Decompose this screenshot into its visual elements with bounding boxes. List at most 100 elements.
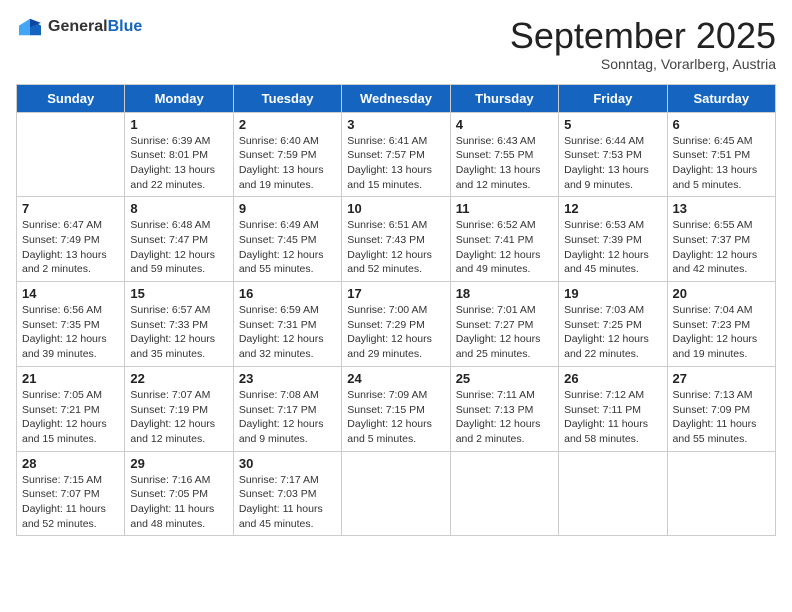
calendar-cell (667, 451, 775, 536)
logo: GeneralBlue (16, 16, 142, 38)
calendar-cell: 9 Sunrise: 6:49 AM Sunset: 7:45 PM Daylig… (233, 197, 341, 282)
day-number: 7 (22, 201, 119, 216)
day-number: 13 (673, 201, 770, 216)
day-info: Sunrise: 7:15 AM Sunset: 7:07 PM Dayligh… (22, 473, 119, 532)
weekday-header-monday: Monday (125, 84, 233, 112)
day-info: Sunrise: 7:03 AM Sunset: 7:25 PM Dayligh… (564, 303, 661, 362)
weekday-header-row: SundayMondayTuesdayWednesdayThursdayFrid… (17, 84, 776, 112)
day-info: Sunrise: 7:13 AM Sunset: 7:09 PM Dayligh… (673, 388, 770, 447)
calendar-cell: 10 Sunrise: 6:51 AM Sunset: 7:43 PM Dayli… (342, 197, 450, 282)
week-row-3: 14 Sunrise: 6:56 AM Sunset: 7:35 PM Dayli… (17, 282, 776, 367)
day-number: 26 (564, 371, 661, 386)
page-header: GeneralBlue September 2025 Sonntag, Vora… (16, 16, 776, 72)
calendar-cell: 13 Sunrise: 6:55 AM Sunset: 7:37 PM Dayli… (667, 197, 775, 282)
calendar-cell: 29 Sunrise: 7:16 AM Sunset: 7:05 PM Dayli… (125, 451, 233, 536)
day-info: Sunrise: 7:04 AM Sunset: 7:23 PM Dayligh… (673, 303, 770, 362)
calendar-cell: 22Sunrise: 7:07 AM Sunset: 7:19 PM Dayli… (125, 366, 233, 451)
calendar-table: SundayMondayTuesdayWednesdayThursdayFrid… (16, 84, 776, 537)
calendar-cell: 26 Sunrise: 7:12 AM Sunset: 7:11 PM Dayli… (559, 366, 667, 451)
day-info: Sunrise: 6:53 AM Sunset: 7:39 PM Dayligh… (564, 218, 661, 277)
day-number: 16 (239, 286, 336, 301)
day-number: 6 (673, 117, 770, 132)
calendar-cell: 14 Sunrise: 6:56 AM Sunset: 7:35 PM Dayli… (17, 282, 125, 367)
day-info: Sunrise: 7:05 AM Sunset: 7:21 PM Dayligh… (22, 388, 119, 447)
calendar-cell: 25 Sunrise: 7:11 AM Sunset: 7:13 PM Dayli… (450, 366, 558, 451)
day-info: Sunrise: 6:39 AM Sunset: 8:01 PM Dayligh… (130, 134, 227, 193)
calendar-cell: 18 Sunrise: 7:01 AM Sunset: 7:27 PM Dayli… (450, 282, 558, 367)
calendar-cell: 21 Sunrise: 7:05 AM Sunset: 7:21 PM Dayli… (17, 366, 125, 451)
calendar-cell: 16 Sunrise: 6:59 AM Sunset: 7:31 PM Dayli… (233, 282, 341, 367)
day-info: Sunrise: 6:51 AM Sunset: 7:43 PM Dayligh… (347, 218, 444, 277)
day-number: 27 (673, 371, 770, 386)
day-info: Sunrise: 6:49 AM Sunset: 7:45 PM Dayligh… (239, 218, 336, 277)
day-info: Sunrise: 6:55 AM Sunset: 7:37 PM Dayligh… (673, 218, 770, 277)
day-number: 24 (347, 371, 444, 386)
day-number: 19 (564, 286, 661, 301)
location-subtitle: Sonntag, Vorarlberg, Austria (510, 56, 776, 72)
weekday-header-wednesday: Wednesday (342, 84, 450, 112)
day-info: Sunrise: 6:57 AM Sunset: 7:33 PM Dayligh… (130, 303, 227, 362)
calendar-cell: 17Sunrise: 7:00 AM Sunset: 7:29 PM Dayli… (342, 282, 450, 367)
day-number: 18 (456, 286, 553, 301)
day-number: 8 (130, 201, 227, 216)
title-block: September 2025 Sonntag, Vorarlberg, Aust… (510, 16, 776, 72)
day-number: 3 (347, 117, 444, 132)
day-info: Sunrise: 7:00 AM Sunset: 7:29 PM Dayligh… (347, 303, 444, 362)
logo-blue: Blue (108, 18, 143, 35)
day-number: 29 (130, 456, 227, 471)
day-info: Sunrise: 6:56 AM Sunset: 7:35 PM Dayligh… (22, 303, 119, 362)
calendar-cell: 5 Sunrise: 6:44 AM Sunset: 7:53 PM Daylig… (559, 112, 667, 197)
day-info: Sunrise: 6:41 AM Sunset: 7:57 PM Dayligh… (347, 134, 444, 193)
day-info: Sunrise: 7:09 AM Sunset: 7:15 PM Dayligh… (347, 388, 444, 447)
calendar-cell: 1Sunrise: 6:39 AM Sunset: 8:01 PM Daylig… (125, 112, 233, 197)
day-number: 12 (564, 201, 661, 216)
calendar-cell: 19 Sunrise: 7:03 AM Sunset: 7:25 PM Dayli… (559, 282, 667, 367)
day-info: Sunrise: 7:17 AM Sunset: 7:03 PM Dayligh… (239, 473, 336, 532)
day-info: Sunrise: 7:12 AM Sunset: 7:11 PM Dayligh… (564, 388, 661, 447)
day-info: Sunrise: 6:44 AM Sunset: 7:53 PM Dayligh… (564, 134, 661, 193)
calendar-cell: 6 Sunrise: 6:45 AM Sunset: 7:51 PM Daylig… (667, 112, 775, 197)
week-row-2: 7 Sunrise: 6:47 AM Sunset: 7:49 PM Daylig… (17, 197, 776, 282)
calendar-cell: 24 Sunrise: 7:09 AM Sunset: 7:15 PM Dayli… (342, 366, 450, 451)
day-info: Sunrise: 6:47 AM Sunset: 7:49 PM Dayligh… (22, 218, 119, 277)
week-row-1: 1Sunrise: 6:39 AM Sunset: 8:01 PM Daylig… (17, 112, 776, 197)
day-info: Sunrise: 7:16 AM Sunset: 7:05 PM Dayligh… (130, 473, 227, 532)
calendar-cell: 8 Sunrise: 6:48 AM Sunset: 7:47 PM Daylig… (125, 197, 233, 282)
day-info: Sunrise: 6:48 AM Sunset: 7:47 PM Dayligh… (130, 218, 227, 277)
day-number: 25 (456, 371, 553, 386)
day-info: Sunrise: 7:07 AM Sunset: 7:19 PM Dayligh… (130, 388, 227, 447)
day-info: Sunrise: 6:43 AM Sunset: 7:55 PM Dayligh… (456, 134, 553, 193)
day-info: Sunrise: 6:45 AM Sunset: 7:51 PM Dayligh… (673, 134, 770, 193)
logo-text-block: GeneralBlue (48, 18, 142, 36)
calendar-cell: 11Sunrise: 6:52 AM Sunset: 7:41 PM Dayli… (450, 197, 558, 282)
calendar-cell: 2 Sunrise: 6:40 AM Sunset: 7:59 PM Daylig… (233, 112, 341, 197)
day-number: 15 (130, 286, 227, 301)
day-number: 28 (22, 456, 119, 471)
day-number: 9 (239, 201, 336, 216)
weekday-header-saturday: Saturday (667, 84, 775, 112)
day-number: 14 (22, 286, 119, 301)
day-number: 20 (673, 286, 770, 301)
logo-icon (16, 16, 44, 38)
day-number: 21 (22, 371, 119, 386)
weekday-header-sunday: Sunday (17, 84, 125, 112)
day-info: Sunrise: 6:40 AM Sunset: 7:59 PM Dayligh… (239, 134, 336, 193)
day-number: 5 (564, 117, 661, 132)
calendar-cell: 30 Sunrise: 7:17 AM Sunset: 7:03 PM Dayli… (233, 451, 341, 536)
day-number: 4 (456, 117, 553, 132)
day-number: 2 (239, 117, 336, 132)
day-number: 11 (456, 201, 553, 216)
day-info: Sunrise: 7:01 AM Sunset: 7:27 PM Dayligh… (456, 303, 553, 362)
calendar-cell (450, 451, 558, 536)
day-info: Sunrise: 7:08 AM Sunset: 7:17 PM Dayligh… (239, 388, 336, 447)
day-number: 23 (239, 371, 336, 386)
calendar-cell: 3 Sunrise: 6:41 AM Sunset: 7:57 PM Daylig… (342, 112, 450, 197)
day-info: Sunrise: 6:59 AM Sunset: 7:31 PM Dayligh… (239, 303, 336, 362)
calendar-cell: 4 Sunrise: 6:43 AM Sunset: 7:55 PM Daylig… (450, 112, 558, 197)
calendar-cell (559, 451, 667, 536)
day-info: Sunrise: 7:11 AM Sunset: 7:13 PM Dayligh… (456, 388, 553, 447)
calendar-cell: 23 Sunrise: 7:08 AM Sunset: 7:17 PM Dayli… (233, 366, 341, 451)
week-row-4: 21 Sunrise: 7:05 AM Sunset: 7:21 PM Dayli… (17, 366, 776, 451)
day-number: 30 (239, 456, 336, 471)
day-number: 10 (347, 201, 444, 216)
